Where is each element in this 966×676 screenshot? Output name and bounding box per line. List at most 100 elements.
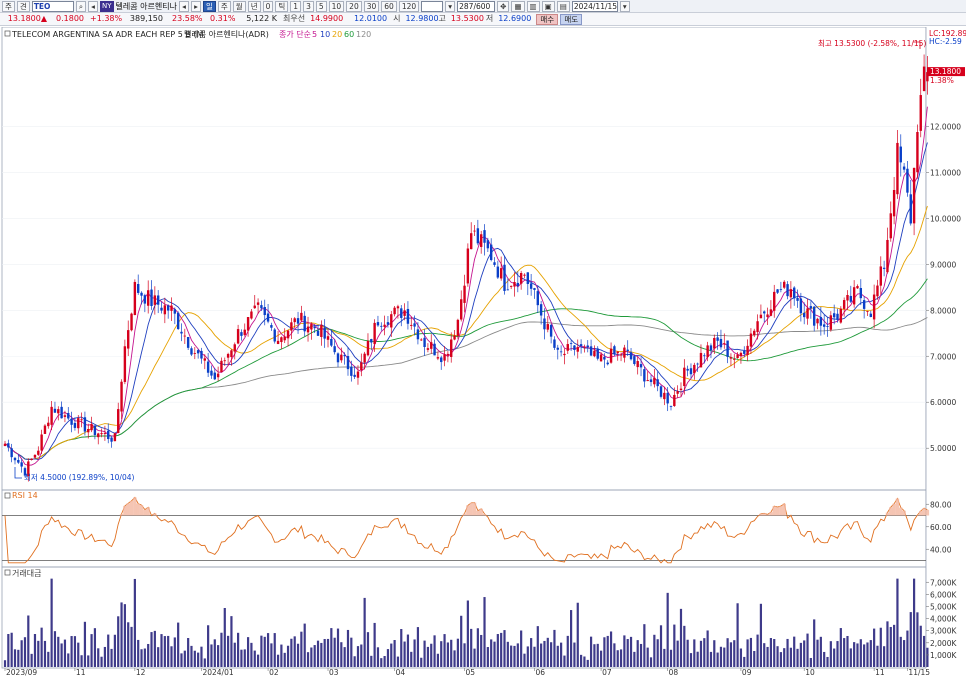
minute-5-button[interactable]: 5 <box>315 0 327 12</box>
scroll-left-icon[interactable]: ◂ <box>178 0 189 12</box>
volume-bar <box>570 610 573 667</box>
period-year-button[interactable]: 년 <box>247 0 261 12</box>
candle-body <box>783 281 786 288</box>
minute-1-button[interactable]: 1 <box>290 0 302 12</box>
scroll-right-icon[interactable]: ▸ <box>190 0 201 12</box>
candle-body <box>383 324 386 327</box>
rsi-overbought-fill <box>899 507 903 516</box>
volume-bar <box>676 640 679 667</box>
candle-body <box>796 297 799 301</box>
minute-120-button[interactable]: 120 <box>398 0 420 12</box>
rsi-tick-label: 80.00 <box>930 500 952 509</box>
volume-bar <box>83 621 87 667</box>
minute-60-button[interactable]: 60 <box>381 0 397 12</box>
volume-bar <box>729 642 733 667</box>
speaker-icon[interactable]: ◂ <box>88 0 99 12</box>
period-week-button[interactable]: 주 <box>217 0 231 12</box>
candle-body <box>576 347 579 352</box>
volume-bar <box>360 644 363 667</box>
candle-body <box>353 374 356 377</box>
period-type-button[interactable]: 견 <box>16 0 30 12</box>
volume-bar <box>876 645 879 667</box>
volume-bar <box>763 643 766 667</box>
candle-body <box>300 312 303 321</box>
symbol-input[interactable]: TEO <box>31 0 74 12</box>
volume-bar <box>43 640 47 667</box>
x-tick-label: 11 <box>76 668 86 676</box>
buy-button[interactable]: 매수 <box>536 13 559 25</box>
market-button[interactable]: 주 <box>2 0 15 12</box>
volume-bar <box>546 637 549 667</box>
volume-bar <box>443 634 446 667</box>
volume-bar <box>633 651 636 667</box>
volume-bar <box>746 639 749 667</box>
period-day-button[interactable]: 일 <box>202 0 216 12</box>
candle-body <box>363 353 366 363</box>
candle-body <box>326 336 330 340</box>
period-tick-button[interactable]: 틱 <box>275 0 289 12</box>
volume-bar <box>73 636 77 667</box>
rsi-overbought-fill <box>472 502 477 516</box>
minute-30-button[interactable]: 30 <box>363 0 380 12</box>
grid-icon[interactable]: ▦ <box>511 0 525 12</box>
volume-bar <box>533 646 536 667</box>
volume-bar <box>340 642 343 667</box>
candle-body <box>423 337 426 347</box>
x-tick-label: 2023/09 <box>6 668 37 676</box>
minute-20-button[interactable]: 20 <box>346 0 362 12</box>
candle-body <box>806 308 809 319</box>
data-count-input[interactable]: 287/600 <box>457 0 496 12</box>
volume-bar <box>350 637 353 667</box>
volume-bar <box>560 642 563 667</box>
candle-body <box>10 448 13 458</box>
interval-input[interactable] <box>421 0 444 12</box>
volume-bar <box>440 641 443 667</box>
candle-body <box>922 66 926 92</box>
volume-bar <box>123 604 126 667</box>
candle-body <box>413 323 416 327</box>
calendar-icon[interactable]: ▤ <box>556 0 570 12</box>
volume-bar <box>663 648 666 667</box>
date-input[interactable]: 2024/11/15 <box>571 0 618 12</box>
volume-bar <box>456 638 459 667</box>
volume-bar <box>320 642 323 667</box>
settings-icon[interactable]: ▣ <box>541 0 555 12</box>
period-minute-button[interactable]: 0 <box>262 0 274 12</box>
volume-bar <box>10 632 13 667</box>
minute-3-button[interactable]: 3 <box>303 0 314 12</box>
crosshair-icon[interactable]: ✥ <box>497 0 510 12</box>
date-picker-icon[interactable]: ▾ <box>619 0 630 12</box>
candle-body <box>333 346 336 353</box>
sell-button[interactable]: 매도 <box>560 13 583 25</box>
candle-body <box>589 346 593 356</box>
candle-body <box>759 314 763 319</box>
volume-bar <box>849 648 852 667</box>
volume-bar <box>330 628 333 667</box>
x-tick-label: 10 <box>805 668 815 676</box>
minute-10-button[interactable]: 10 <box>328 0 345 12</box>
candle-body <box>849 295 853 302</box>
candle-body <box>340 354 343 361</box>
volume-bar <box>53 631 57 667</box>
rsi-overbought-fill <box>139 505 144 516</box>
interval-dropdown-icon[interactable]: ▾ <box>445 0 456 12</box>
chart-type-icon[interactable]: ▥ <box>526 0 540 12</box>
candle-body <box>816 318 819 324</box>
candle-body <box>529 283 533 289</box>
chart-area[interactable]: 12.0000 11.0000 10.0000 9.0000 8.0000 7.0000 6… <box>0 27 966 676</box>
best-ask-value: 14.9900 <box>310 14 344 23</box>
period-month-button[interactable]: 월 <box>232 0 246 12</box>
price-tick-label: 5.0000 <box>930 444 956 453</box>
candle-body <box>836 313 839 320</box>
volume-bar <box>803 640 806 667</box>
candle-body <box>519 273 523 284</box>
search-icon[interactable]: ⌕ <box>75 0 87 12</box>
candle-body <box>489 244 493 261</box>
volume-bar <box>87 655 90 667</box>
volume-bar <box>410 651 413 667</box>
volume-bar <box>323 638 326 667</box>
candle-body <box>53 408 57 413</box>
volume-bar <box>503 630 506 667</box>
rsi-overbought-fill <box>146 507 150 516</box>
candle-body <box>539 304 543 316</box>
